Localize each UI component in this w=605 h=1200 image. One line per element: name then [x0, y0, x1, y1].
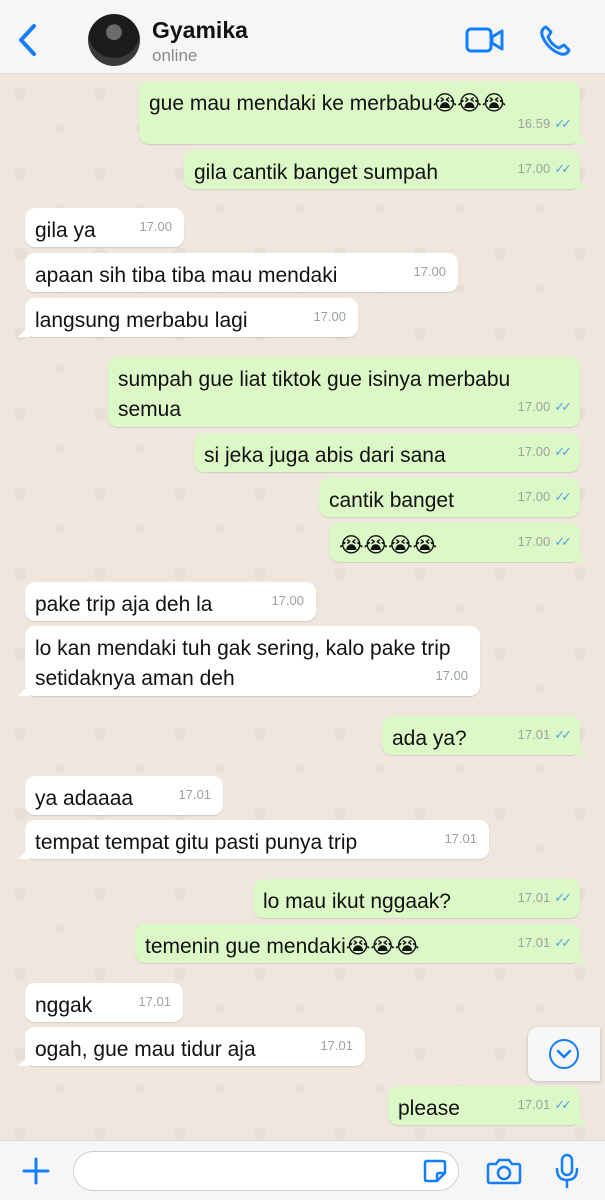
message-text: langsung merbabu lagi: [35, 309, 248, 332]
read-ticks-icon: ✓✓: [554, 1097, 572, 1112]
message-text: gue mau mendaki ke merbabu😭😭😭: [149, 92, 507, 115]
message-time: 17.01: [138, 994, 171, 1009]
message-time: 17.00: [517, 534, 551, 549]
sticker-icon[interactable]: [422, 1158, 448, 1184]
message-bubble-incoming[interactable]: nggak 17.01: [25, 983, 183, 1022]
message-time: 17.01: [517, 727, 551, 742]
read-ticks-icon: ✓✓: [554, 161, 572, 176]
read-ticks-icon: ✓✓: [554, 116, 572, 131]
message-time: 17.00: [517, 444, 551, 459]
camera-icon[interactable]: [486, 1156, 522, 1186]
read-ticks-icon: ✓✓: [554, 534, 572, 549]
message-time: 17.01: [517, 1097, 551, 1112]
message-text: pake trip aja deh la: [35, 593, 213, 616]
message-text: ogah, gue mau tidur aja: [35, 1038, 256, 1061]
message-text: ya adaaaa: [35, 787, 134, 810]
message-text: sumpah gue liat tiktok gue isinya merbab…: [118, 368, 511, 421]
back-chevron-icon[interactable]: [14, 22, 44, 58]
message-bubble-outgoing[interactable]: ada ya? 17.01 ✓✓: [382, 716, 587, 755]
message-bubble-outgoing[interactable]: please 17.01 ✓✓: [388, 1086, 587, 1125]
chevron-down-icon: [549, 1039, 579, 1069]
message-bubble-incoming[interactable]: apaan sih tiba tiba mau mendaki 17.00: [25, 253, 458, 292]
message-bubble-incoming[interactable]: langsung merbabu lagi 17.00: [18, 298, 358, 337]
message-bubble-incoming[interactable]: ya adaaaa 17.01: [25, 776, 223, 815]
message-time: 17.00: [139, 219, 172, 234]
message-time: 16.59: [517, 116, 551, 131]
message-text: lo mau ikut nggaak?: [263, 890, 451, 913]
compose-bar: [0, 1140, 605, 1200]
plus-icon[interactable]: [22, 1157, 50, 1185]
read-ticks-icon: ✓✓: [554, 935, 572, 950]
message-time: 17.00: [413, 264, 446, 279]
message-input[interactable]: [73, 1151, 459, 1191]
message-time: 17.01: [517, 890, 551, 905]
message-bubble-outgoing[interactable]: 😭😭😭😭 17.00 ✓✓: [329, 523, 587, 562]
message-bubble-outgoing[interactable]: lo mau ikut nggaak? 17.01 ✓✓: [253, 879, 580, 918]
message-time: 17.01: [320, 1038, 353, 1053]
message-time: 17.00: [517, 399, 551, 414]
message-bubble-outgoing[interactable]: cantik banget 17.00 ✓✓: [319, 478, 580, 517]
message-time: 17.01: [444, 831, 477, 846]
message-time: 17.00: [271, 593, 304, 608]
message-text: gila ya: [35, 219, 96, 242]
message-time: 17.01: [517, 935, 551, 950]
message-bubble-outgoing[interactable]: si jeka juga abis dari sana 17.00 ✓✓: [194, 433, 580, 472]
message-text: si jeka juga abis dari sana: [204, 444, 446, 467]
message-time: 17.01: [178, 787, 211, 802]
phone-call-icon[interactable]: [538, 24, 572, 58]
message-text: ada ya?: [392, 727, 467, 750]
message-text: 😭😭😭😭: [339, 534, 438, 557]
contact-status: online: [152, 46, 198, 65]
message-time: 17.00: [517, 489, 551, 504]
video-call-icon[interactable]: [465, 26, 505, 54]
message-text: gila cantik banget sumpah: [194, 161, 438, 184]
contact-name[interactable]: Gyamika: [152, 17, 248, 44]
message-time: 17.00: [313, 309, 346, 324]
message-text: nggak: [35, 994, 93, 1017]
message-time: 17.00: [517, 161, 551, 176]
message-bubble-incoming[interactable]: gila ya 17.00: [25, 208, 184, 247]
message-bubble-incoming[interactable]: tempat tempat gitu pasti punya trip 17.01: [18, 820, 489, 859]
message-text: lo kan mendaki tuh gak sering, kalo pake…: [35, 637, 451, 690]
message-bubble-outgoing[interactable]: gue mau mendaki ke merbabu😭😭😭 16.59 ✓✓: [139, 81, 587, 144]
avatar[interactable]: [88, 14, 140, 66]
message-bubble-outgoing[interactable]: temenin gue mendaki😭😭😭 17.01 ✓✓: [135, 924, 587, 963]
chat-header: Gyamika online: [0, 0, 605, 74]
read-ticks-icon: ✓✓: [554, 399, 572, 414]
scroll-to-bottom-button[interactable]: [528, 1027, 600, 1081]
message-bubble-incoming[interactable]: lo kan mendaki tuh gak sering, kalo pake…: [18, 626, 480, 696]
message-time: 17.00: [435, 668, 468, 683]
message-bubble-incoming[interactable]: ogah, gue mau tidur aja 17.01: [18, 1027, 365, 1066]
message-text: please: [398, 1097, 460, 1120]
message-bubble-outgoing[interactable]: gila cantik banget sumpah 17.00 ✓✓: [184, 150, 587, 189]
read-ticks-icon: ✓✓: [554, 727, 572, 742]
message-text: tempat tempat gitu pasti punya trip: [35, 831, 358, 854]
read-ticks-icon: ✓✓: [554, 444, 572, 459]
read-ticks-icon: ✓✓: [554, 890, 572, 905]
microphone-icon[interactable]: [554, 1153, 580, 1189]
message-text: apaan sih tiba tiba mau mendaki: [35, 264, 338, 287]
message-text: cantik banget: [329, 489, 454, 512]
message-list[interactable]: gue mau mendaki ke merbabu😭😭😭 16.59 ✓✓ gil…: [0, 74, 605, 1140]
message-bubble-outgoing[interactable]: sumpah gue liat tiktok gue isinya merbab…: [108, 357, 580, 427]
message-bubble-incoming[interactable]: pake trip aja deh la 17.00: [25, 582, 316, 621]
message-text: temenin gue mendaki😭😭😭: [145, 935, 420, 958]
read-ticks-icon: ✓✓: [554, 489, 572, 504]
